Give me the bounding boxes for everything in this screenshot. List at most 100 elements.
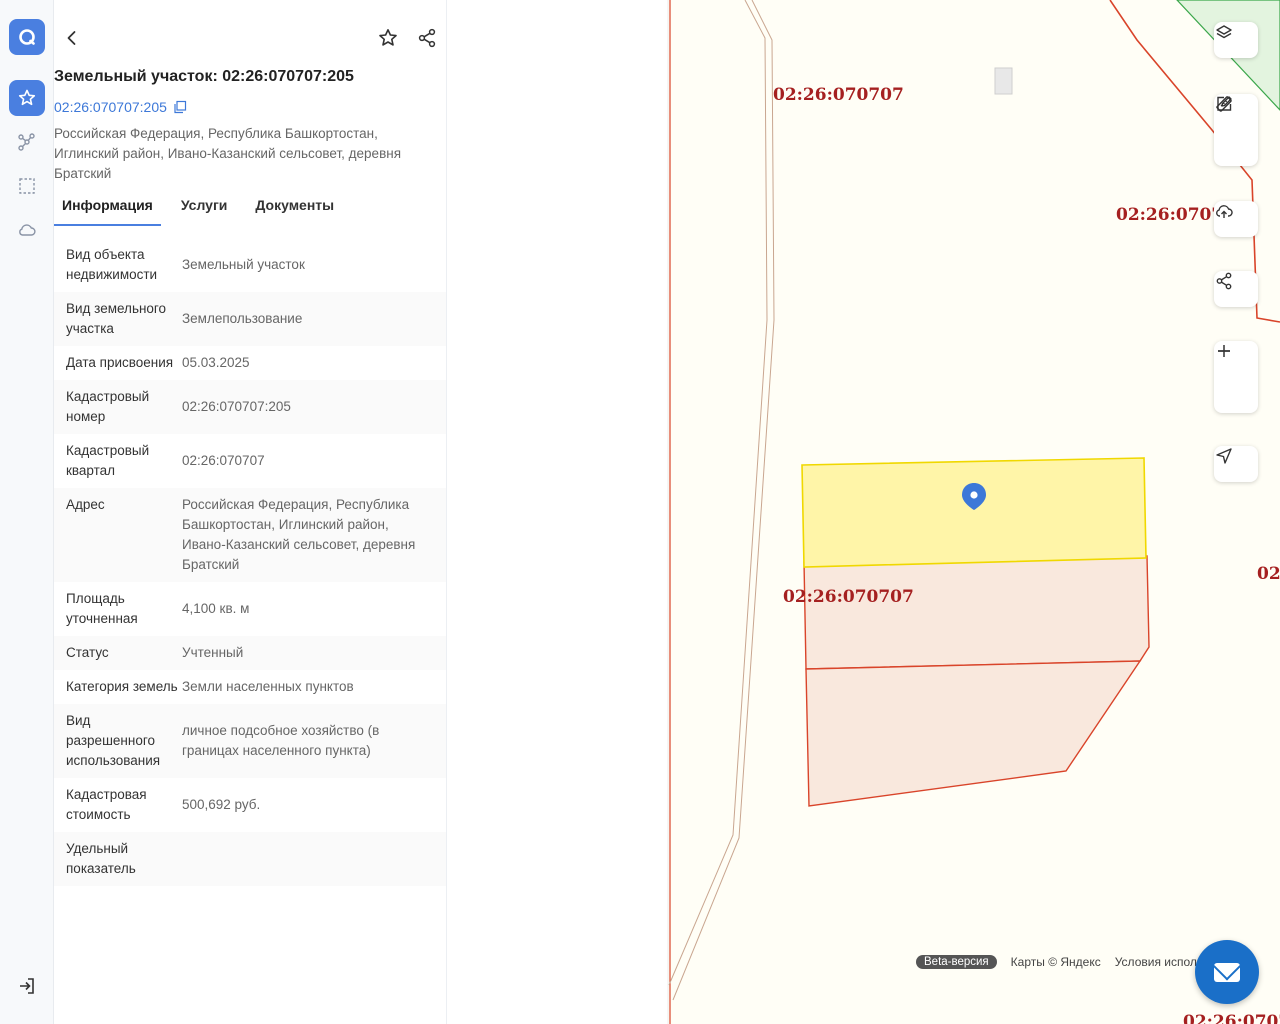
favorite-button[interactable] bbox=[372, 22, 404, 54]
row-key: Дата присвоения bbox=[66, 355, 174, 370]
table-row: Статус Учтенный bbox=[54, 636, 446, 670]
table-row: Удельный показатель bbox=[54, 832, 446, 886]
geolocation-button[interactable] bbox=[1214, 446, 1258, 482]
row-value: Российская Федерация, Республика Башкорт… bbox=[182, 497, 416, 572]
row-key: Адрес bbox=[66, 497, 105, 512]
terms-link[interactable]: Условия испол bbox=[1115, 955, 1197, 969]
road-edge-left bbox=[668, 0, 768, 986]
table-row: Вид разрешенного использования личное под… bbox=[54, 704, 446, 778]
layers-control bbox=[1214, 22, 1258, 58]
beta-badge: Beta-версия bbox=[916, 955, 997, 969]
star-icon bbox=[379, 29, 397, 46]
left-rail bbox=[0, 0, 54, 1024]
logout-button[interactable] bbox=[9, 968, 45, 1004]
map-label-cadastral-quarter: 02:26:070707 bbox=[783, 587, 914, 607]
parcel[interactable] bbox=[803, 555, 1150, 670]
tab-info[interactable]: Информация bbox=[54, 195, 161, 226]
layers-icon bbox=[1216, 25, 1232, 39]
selected-parcel[interactable] bbox=[801, 457, 1147, 568]
parcel[interactable] bbox=[805, 660, 1142, 807]
share-control bbox=[1214, 271, 1258, 307]
row-value: Земельный участок bbox=[182, 257, 305, 272]
tabs: Информация Услуги Документы bbox=[54, 195, 354, 227]
share-button[interactable] bbox=[411, 22, 443, 54]
table-row: Адрес Российская Федерация, Республика Ба… bbox=[54, 488, 446, 582]
layers-button[interactable] bbox=[1214, 22, 1258, 58]
row-key: Кадастровая стоимость bbox=[66, 787, 147, 822]
back-button[interactable] bbox=[56, 22, 88, 54]
table-row: Площадь уточненная 4,100 кв. м bbox=[54, 582, 446, 636]
row-value: 4,100 кв. м bbox=[182, 601, 250, 616]
cloud-icon bbox=[19, 224, 36, 236]
row-value: 05.03.2025 bbox=[182, 355, 250, 370]
road-edge-right bbox=[672, 0, 775, 1001]
share-icon bbox=[1216, 272, 1232, 290]
edit-button[interactable] bbox=[1214, 96, 1258, 166]
row-key: Вид объекта недвижимости bbox=[66, 247, 158, 282]
row-value: Учтенный bbox=[182, 645, 244, 660]
measure-control bbox=[1214, 94, 1258, 166]
object-address: Российская Федерация, Республика Башкорт… bbox=[54, 126, 402, 181]
dashed-square-icon bbox=[19, 178, 35, 194]
row-key: Кадастровый номер bbox=[66, 389, 150, 424]
logo-icon bbox=[19, 29, 35, 45]
star-icon bbox=[18, 89, 36, 106]
upload-button[interactable] bbox=[1214, 201, 1258, 237]
row-key: Площадь уточненная bbox=[66, 591, 138, 626]
cadastral-number-text[interactable]: 02:26:070707:205 bbox=[54, 99, 167, 115]
table-row: Категория земель Земли населенных пунктов bbox=[54, 670, 446, 704]
table-row: Кадастровая стоимость 500,692 руб. bbox=[54, 778, 446, 832]
object-panel: Земельный участок: 02:26:070707:205 02:2… bbox=[54, 0, 458, 1024]
feedback-mail-button[interactable] bbox=[1195, 940, 1259, 1004]
navigation-arrow-icon bbox=[1216, 448, 1232, 464]
tab-documents[interactable]: Документы bbox=[247, 195, 342, 226]
info-table: Вид объекта недвижимости Земельный участо… bbox=[54, 238, 446, 956]
table-row: Вид объекта недвижимости Земельный участо… bbox=[54, 238, 446, 292]
selection-button[interactable] bbox=[9, 168, 45, 204]
page-title: Земельный участок: 02:26:070707:205 bbox=[54, 68, 354, 85]
cloud-button[interactable] bbox=[9, 212, 45, 248]
map-label-cadastral-quarter: 02:26:0707 bbox=[1116, 205, 1224, 225]
row-value: личное подсобное хозяйство (в границах н… bbox=[182, 723, 380, 758]
logo-button[interactable] bbox=[9, 19, 45, 55]
cloud-upload-icon bbox=[1216, 205, 1233, 218]
row-key: Удельный показатель bbox=[66, 841, 136, 876]
zoom-out-button[interactable] bbox=[1214, 350, 1258, 413]
map-view[interactable]: 02:26:070707 02:26:0707 02:26:070707 02 … bbox=[447, 0, 1280, 1024]
copy-icon[interactable] bbox=[173, 100, 187, 114]
row-value: 02:26:070707 bbox=[182, 453, 265, 468]
routes-button[interactable] bbox=[9, 124, 45, 160]
map-footer: Beta-версия Карты © Яндекс Условия испол bbox=[916, 955, 1197, 969]
map-label-cadastral-quarter: 02:26:0707 bbox=[1183, 1012, 1280, 1024]
app-root: Земельный участок: 02:26:070707:205 02:2… bbox=[0, 0, 1280, 1024]
map-share-button[interactable] bbox=[1214, 271, 1258, 307]
tab-services[interactable]: Услуги bbox=[173, 195, 236, 226]
table-row: Кадастровый номер 02:26:070707:205 bbox=[54, 380, 446, 434]
logout-icon bbox=[20, 978, 34, 994]
share-icon bbox=[418, 28, 436, 48]
map-copyright[interactable]: Карты © Яндекс bbox=[1011, 955, 1101, 969]
map-pin-dot bbox=[970, 491, 978, 499]
cadastral-number-link[interactable]: 02:26:070707:205 bbox=[54, 99, 187, 115]
favorites-button[interactable] bbox=[9, 80, 45, 116]
map-label-cadastral-quarter: 02 bbox=[1257, 564, 1280, 584]
row-key: Вид земельного участка bbox=[66, 301, 167, 336]
minus-icon bbox=[1218, 350, 1230, 352]
table-row: Вид земельного участка Землепользование bbox=[54, 292, 446, 346]
geolocation-control bbox=[1214, 446, 1258, 482]
row-value bbox=[182, 839, 446, 879]
row-key: Категория земель bbox=[66, 679, 178, 694]
upload-control bbox=[1214, 201, 1258, 237]
row-value: Земли населенных пунктов bbox=[182, 679, 354, 694]
building[interactable] bbox=[994, 67, 1013, 95]
row-key: Статус bbox=[66, 645, 109, 660]
table-row: Дата присвоения 05.03.2025 bbox=[54, 346, 446, 380]
row-value: 500,692 руб. bbox=[182, 797, 261, 812]
table-row: Кадастровый квартал 02:26:070707 bbox=[54, 434, 446, 488]
chevron-left-icon bbox=[67, 31, 76, 45]
nodes-icon bbox=[18, 133, 35, 151]
mail-icon bbox=[1214, 962, 1240, 982]
map-blank-area bbox=[447, 0, 668, 1024]
map-canvas[interactable] bbox=[447, 0, 1280, 1024]
row-value: Землепользование bbox=[182, 311, 303, 326]
